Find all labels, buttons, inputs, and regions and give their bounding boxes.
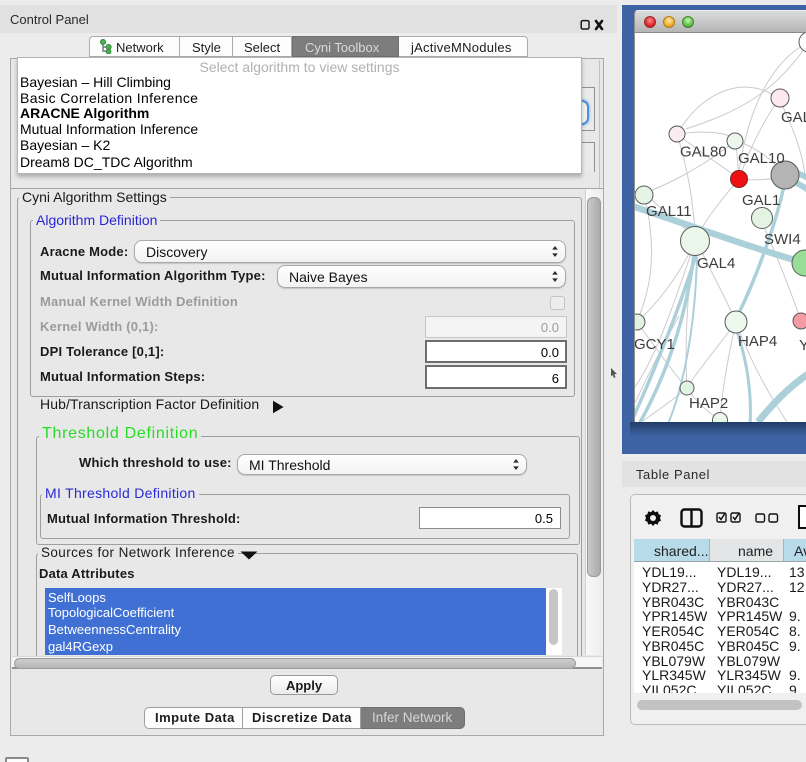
- svg-text:GAL11: GAL11: [646, 203, 692, 220]
- svg-text:HAP4: HAP4: [738, 333, 777, 350]
- svg-text:GAL4: GAL4: [697, 255, 735, 272]
- svg-text:GAL80: GAL80: [680, 144, 727, 161]
- svg-text:GAL1: GAL1: [742, 192, 780, 209]
- svg-text:HAP2: HAP2: [689, 395, 728, 412]
- svg-text:SWI4: SWI4: [764, 231, 801, 248]
- svg-text:Y: Y: [799, 337, 806, 354]
- svg-text:GAL10: GAL10: [738, 150, 785, 167]
- svg-text:GCY1: GCY1: [635, 336, 675, 353]
- svg-text:GAL7: GAL7: [781, 109, 806, 126]
